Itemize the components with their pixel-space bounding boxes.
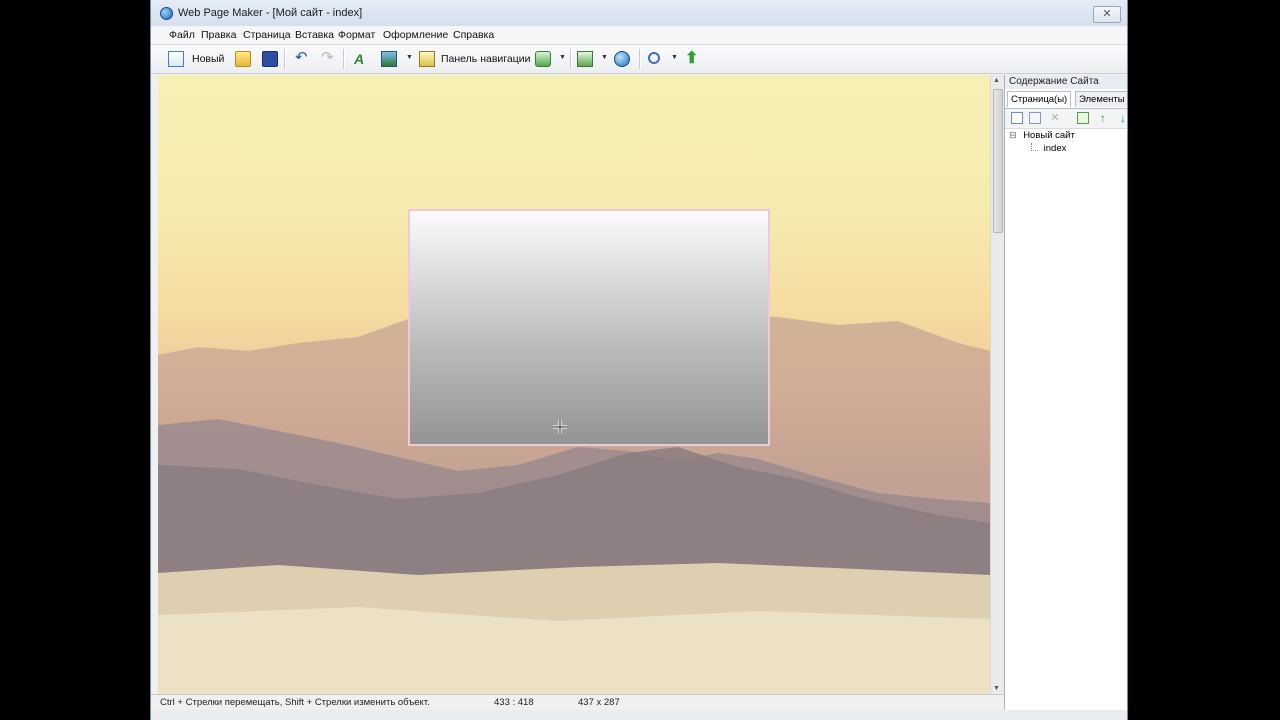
add-page-icon[interactable]	[1011, 112, 1023, 124]
delete-page-icon[interactable]: ✕	[1049, 112, 1061, 124]
undo-icon[interactable]: ↶	[295, 50, 311, 66]
move-down-icon[interactable]: ↓	[1117, 112, 1127, 124]
publish-icon[interactable]	[577, 51, 593, 67]
menu-page[interactable]: Страница	[243, 29, 291, 41]
navigation-panel-label[interactable]: Панель навигации	[441, 53, 530, 65]
redo-icon[interactable]: ↷	[321, 50, 337, 66]
app-window: Web Page Maker - [Мой сайт - index] ✕ Фа…	[150, 0, 1128, 720]
navigation-panel-icon[interactable]	[419, 51, 435, 67]
move-cursor-icon	[553, 420, 567, 434]
publish-dropdown-arrow[interactable]: ▼	[601, 54, 608, 61]
toolbar-separator	[343, 49, 345, 69]
image-dropdown-arrow[interactable]: ▼	[406, 54, 413, 61]
zoom-icon[interactable]	[648, 52, 660, 64]
tree-root-row[interactable]: ⊟ Новый сайт	[1009, 130, 1075, 143]
insert-dropdown-arrow[interactable]: ▼	[559, 54, 566, 61]
text-icon[interactable]: A	[354, 51, 370, 67]
site-tree: ⊟ Новый сайт index	[1009, 130, 1075, 156]
toolbar-separator	[570, 49, 572, 69]
status-size: 437 x 287	[578, 697, 620, 708]
zoom-dropdown-arrow[interactable]: ▼	[671, 54, 678, 61]
window-bottom-border	[151, 710, 1127, 720]
selected-gray-box[interactable]	[408, 209, 770, 446]
window-title: Web Page Maker - [Мой сайт - index]	[178, 7, 363, 19]
insert-object-icon[interactable]	[535, 51, 551, 67]
app-icon	[160, 7, 173, 20]
menu-design[interactable]: Оформление	[383, 29, 448, 41]
scroll-thumb[interactable]	[993, 89, 1003, 233]
scroll-up-arrow[interactable]: ▲	[993, 77, 1000, 84]
collapse-icon[interactable]: ⊟	[1009, 130, 1017, 140]
canvas-vertical-scrollbar[interactable]: ▲ ▼	[990, 75, 1004, 694]
save-icon[interactable]	[262, 51, 278, 67]
scroll-down-arrow[interactable]: ▼	[993, 685, 1000, 692]
new-page-icon[interactable]	[168, 51, 184, 67]
design-canvas[interactable]	[158, 75, 990, 694]
open-folder-icon[interactable]	[235, 51, 251, 67]
page-properties-icon[interactable]	[1077, 112, 1089, 124]
menu-format[interactable]: Формат	[338, 29, 375, 41]
title-bar: Web Page Maker - [Мой сайт - index] ✕	[151, 0, 1127, 27]
main-toolbar: Новый ↶ ↷ A ▼ Панель навигации ▼ ▼ ▼ ⬆	[151, 45, 1127, 74]
status-bar: Ctrl + Стрелки перемещать, Shift + Стрел…	[151, 694, 1004, 711]
panel-title: Содержание Сайта	[1005, 75, 1127, 89]
tree-root-label[interactable]: Новый сайт	[1023, 130, 1075, 141]
preview-globe-icon[interactable]	[614, 51, 630, 67]
tab-pages[interactable]: Страница(ы)	[1007, 91, 1072, 107]
move-up-icon[interactable]: ↑	[1097, 112, 1109, 124]
tree-page-row[interactable]: index	[1009, 143, 1075, 156]
tab-elements[interactable]: Элементы	[1075, 91, 1127, 107]
tree-connector	[1031, 143, 1038, 151]
menu-edit[interactable]: Правка	[201, 29, 236, 41]
copy-page-icon[interactable]	[1029, 112, 1041, 124]
toolbar-separator	[284, 49, 286, 69]
status-position: 433 : 418	[494, 697, 534, 708]
tree-page-label[interactable]: index	[1044, 143, 1067, 154]
panel-toolbar: ✕ ↑ ↓	[1005, 108, 1127, 129]
close-button[interactable]: ✕	[1093, 6, 1121, 23]
upload-arrow-icon[interactable]: ⬆	[685, 51, 701, 67]
image-icon[interactable]	[381, 51, 397, 67]
status-hint: Ctrl + Стрелки перемещать, Shift + Стрел…	[160, 697, 430, 708]
toolbar-separator	[639, 49, 641, 69]
site-content-panel: Содержание Сайта Страница(ы) Элементы ✕ …	[1004, 75, 1127, 710]
new-button-label[interactable]: Новый	[192, 53, 224, 65]
menu-file[interactable]: Файл	[169, 29, 195, 41]
menu-help[interactable]: Справка	[453, 29, 494, 41]
menu-bar: Файл Правка Страница Вставка Формат Офор…	[151, 26, 1127, 45]
menu-insert[interactable]: Вставка	[295, 29, 334, 41]
